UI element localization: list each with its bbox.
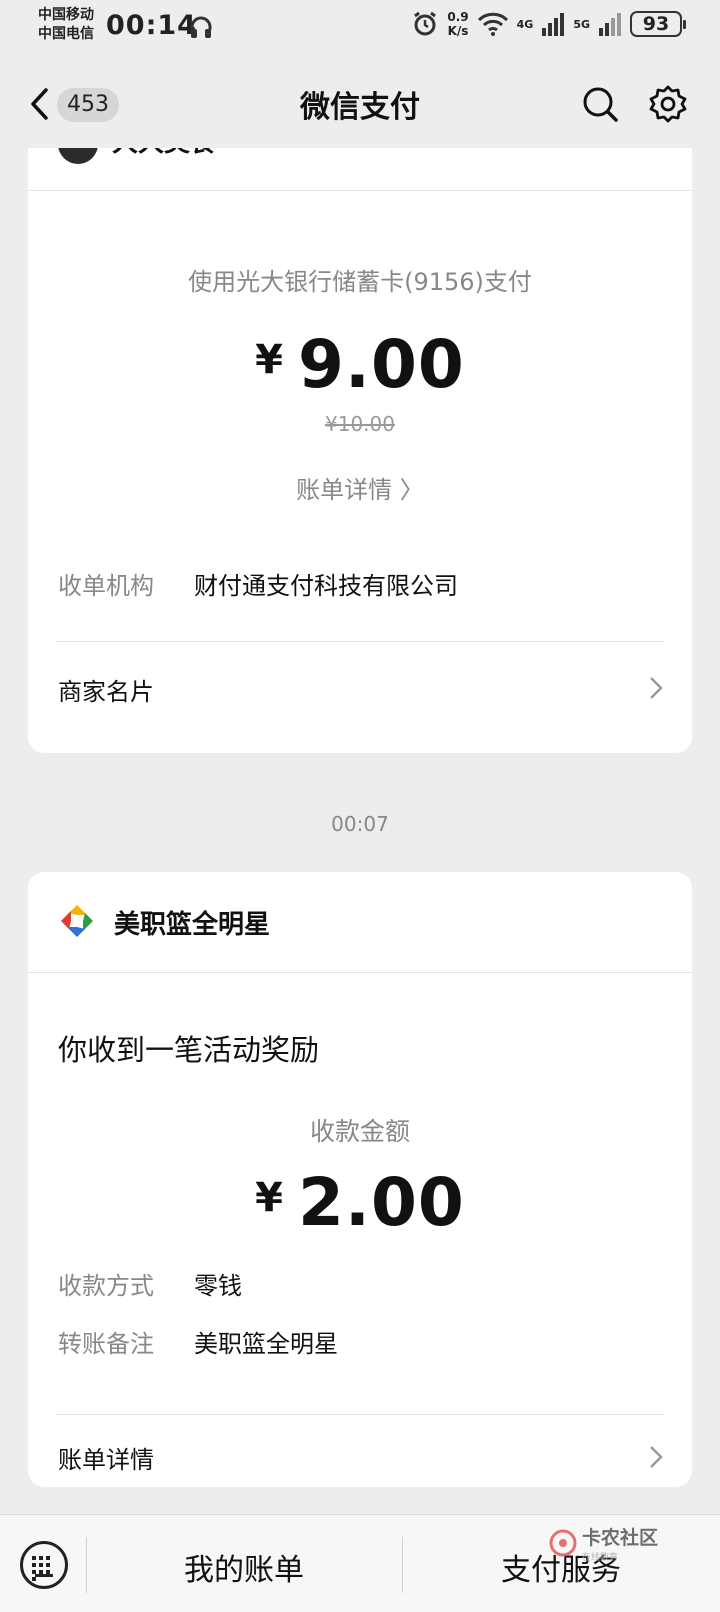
tab-my-bills[interactable]: 我的账单 (86, 1545, 402, 1589)
method-label: 收款方式 (58, 1272, 154, 1300)
amount-value-2: 2.00 (298, 1164, 465, 1241)
keyboard-spacebar (35, 1574, 53, 1577)
row-divider (56, 641, 664, 642)
speed-value: 0.9 (447, 10, 469, 24)
bill-detail-label: 账单详情 (58, 1446, 154, 1474)
pay-method: 使用光大银行储蓄卡(9156)支付 (188, 268, 532, 296)
status-clock: 00:14 (106, 10, 197, 41)
signal-icon (542, 13, 565, 36)
received-amount: ¥2.00 (28, 1164, 692, 1241)
acquirer-label: 收单机构 (58, 572, 154, 600)
remark-label: 转账备注 (58, 1330, 154, 1358)
nav-bar: 453 微信支付 (0, 60, 720, 148)
watermark-subtext: 在线教育 (582, 1553, 619, 1563)
merchant-header[interactable]: 大大美食 (58, 148, 216, 174)
message-timestamp: 00:07 (331, 812, 389, 836)
network-type-1: 4G (516, 17, 534, 31)
merchant-logo-icon (61, 905, 93, 937)
original-amount: ¥10.00 (325, 412, 395, 436)
wifi-icon (477, 12, 508, 36)
payment-card: 大大美食 使用光大银行储蓄卡(9156)支付 ¥9.00 ¥10.00 账单详情… (28, 148, 692, 753)
watermark-logo-icon (549, 1529, 577, 1557)
currency-symbol-2: ¥ (255, 1175, 284, 1221)
headphone-icon (190, 16, 212, 38)
row-divider-2 (56, 1414, 664, 1415)
amount-value: 9.00 (298, 326, 465, 403)
merchant-name-2[interactable]: 美职篮全明星 (114, 904, 270, 941)
keyboard-keys (32, 1556, 56, 1581)
payment-amount: ¥9.00 (28, 326, 692, 403)
carrier-2: 中国电信 (38, 26, 94, 42)
merchant-avatar (58, 148, 98, 164)
merchant-header-clip: 大大美食 (28, 148, 692, 192)
gear-icon[interactable] (648, 84, 688, 124)
carrier-1: 中国移动 (38, 7, 94, 23)
currency-symbol: ¥ (255, 337, 284, 383)
watermark: 卡农社区 在线教育 (548, 1523, 658, 1563)
method-value: 零钱 (194, 1272, 242, 1300)
bill-detail-link[interactable]: 账单详情 〉 (28, 470, 692, 505)
watermark-text: 卡农社区 (582, 1527, 659, 1549)
network-speed: 0.9 K/s (447, 10, 468, 38)
network-type-2: 5G (573, 17, 590, 31)
header-divider (28, 190, 692, 191)
reward-card: 美职篮全明星 你收到一笔活动奖励 收款金额 ¥2.00 收款方式 零钱 转账备注… (28, 872, 692, 1487)
carrier-info: 中国移动 中国电信 (38, 6, 94, 44)
battery-indicator: 93 (630, 11, 686, 37)
signal-icon-2 (599, 13, 621, 36)
acquirer-value: 财付通支付科技有限公司 (194, 572, 458, 600)
keyboard-icon[interactable] (20, 1541, 68, 1589)
reward-notice: 你收到一笔活动奖励 (58, 1033, 320, 1067)
chevron-right-icon (650, 1446, 663, 1468)
header-divider-2 (28, 972, 692, 973)
chevron-right-icon (650, 677, 663, 699)
received-amount-label: 收款金额 (309, 1117, 410, 1146)
search-icon[interactable] (580, 84, 620, 124)
remark-value: 美职篮全明星 (194, 1330, 338, 1358)
status-bar: 中国移动 中国电信 00:14 0.9 K/s 4G 5G 93 (0, 0, 720, 56)
speed-unit: K/s (447, 24, 469, 38)
bottom-bar: 我的账单 支付服务 卡农社区 在线教育 (0, 1514, 720, 1612)
merchant-card-label: 商家名片 (58, 678, 154, 706)
alarm-icon (414, 11, 437, 36)
merchant-name: 大大美食 (112, 148, 216, 159)
